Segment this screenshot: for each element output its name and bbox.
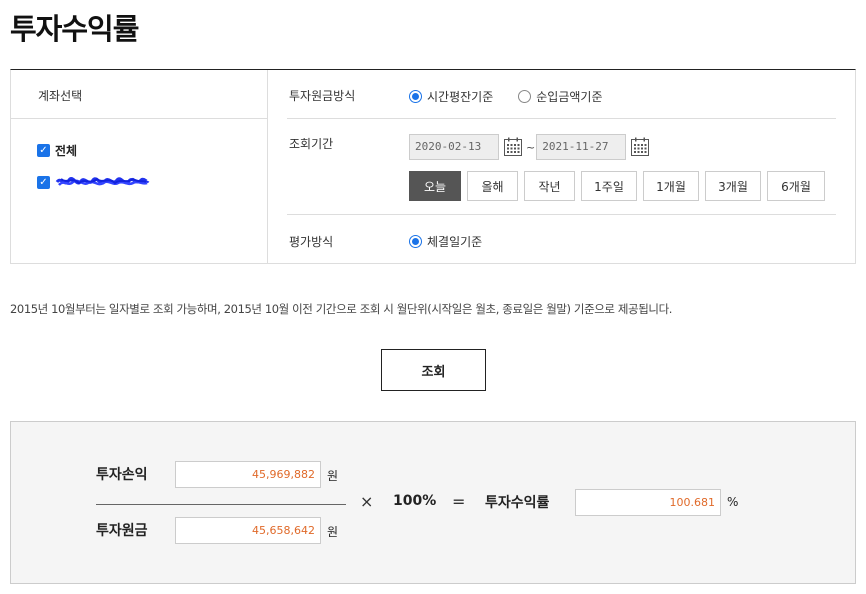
radio-net-deposit[interactable]: 순입금액기준 bbox=[518, 88, 603, 105]
query-button[interactable]: 조회 bbox=[381, 349, 486, 391]
radio-net-deposit-label: 순입금액기준 bbox=[536, 90, 603, 104]
radio-time-weighted-label: 시간평잔기준 bbox=[427, 90, 494, 104]
period-button-3-months[interactable]: 3개월 bbox=[705, 171, 761, 201]
period-button-1-week[interactable]: 1주일 bbox=[581, 171, 637, 201]
start-date-input[interactable]: 2020-02-13 bbox=[409, 134, 499, 160]
checkbox-checked-icon: ✓ bbox=[37, 175, 50, 189]
page-title: 투자수익률 bbox=[10, 12, 139, 46]
eval-method-label: 평가방식 bbox=[289, 235, 334, 249]
radio-trade-date[interactable]: 체결일기준 bbox=[409, 233, 482, 250]
redacted-account-scribble bbox=[55, 177, 150, 186]
profit-value-field: 45,969,882 bbox=[175, 461, 321, 488]
hundred-percent: 100% bbox=[393, 493, 437, 509]
date-range: 2020-02-13 ~ 2021-11-27 bbox=[409, 134, 654, 160]
principal-label: 투자원금 bbox=[96, 523, 148, 539]
multiply-sign: × bbox=[360, 492, 374, 511]
eval-method-radio-group: 체결일기준 bbox=[409, 233, 507, 250]
radio-trade-date-label: 체결일기준 bbox=[427, 235, 483, 249]
account-item-checkbox[interactable]: ✓ bbox=[37, 174, 150, 190]
eval-method-row: 평가방식 체결일기준 bbox=[287, 215, 836, 264]
account-panel: 계좌선택 ✓ 전체 ✓ bbox=[11, 70, 268, 263]
principal-method-label: 투자원금방식 bbox=[289, 89, 356, 103]
period-button-1-month[interactable]: 1개월 bbox=[643, 171, 699, 201]
period-button-today[interactable]: 오늘 bbox=[409, 171, 461, 201]
principal-unit: 원 bbox=[327, 525, 339, 539]
radio-unselected-icon bbox=[518, 90, 532, 103]
principal-method-radio-group: 시간평잔기준 순입금액기준 bbox=[409, 88, 628, 105]
radio-selected-icon bbox=[409, 235, 422, 248]
account-header: 계좌선택 bbox=[11, 70, 267, 119]
period-button-6-months[interactable]: 6개월 bbox=[767, 171, 825, 201]
calendar-icon[interactable] bbox=[630, 137, 650, 157]
period-button-last-year[interactable]: 작년 bbox=[524, 171, 575, 201]
search-panel: 계좌선택 ✓ 전체 ✓ 투자원금방식 시간평잔기준 순입금액기준 조회기간 20… bbox=[10, 69, 856, 264]
principal-method-row: 투자원금방식 시간평잔기준 순입금액기준 bbox=[287, 70, 836, 119]
end-date-input[interactable]: 2021-11-27 bbox=[536, 134, 627, 160]
result-panel: 투자손익 45,969,882 원 투자원금 45,658,642 원 × 10… bbox=[10, 421, 856, 584]
rate-value-field: 100.681 bbox=[575, 489, 721, 516]
options-panel: 투자원금방식 시간평잔기준 순입금액기준 조회기간 2020-02-13 ~ 2… bbox=[268, 70, 855, 263]
calendar-icon[interactable] bbox=[503, 137, 523, 157]
profit-label: 투자손익 bbox=[96, 467, 148, 483]
radio-selected-icon bbox=[409, 90, 422, 103]
fraction-line bbox=[96, 504, 346, 505]
principal-value-field: 45,658,642 bbox=[175, 517, 321, 544]
period-button-group: 오늘 올해 작년 1주일 1개월 3개월 6개월 bbox=[409, 171, 831, 201]
radio-time-weighted[interactable]: 시간평잔기준 bbox=[409, 88, 493, 105]
percent-unit: % bbox=[727, 495, 739, 509]
date-range-tilde: ~ bbox=[526, 140, 536, 154]
profit-unit: 원 bbox=[327, 469, 339, 483]
account-all-checkbox[interactable]: ✓ 전체 bbox=[37, 142, 77, 159]
equals-sign: = bbox=[452, 492, 466, 511]
period-row: 조회기간 2020-02-13 ~ 2021-11-27 오늘 올해 작년 1주… bbox=[287, 119, 836, 215]
period-button-this-year[interactable]: 올해 bbox=[467, 171, 518, 201]
period-label: 조회기간 bbox=[289, 137, 334, 151]
account-all-label: 전체 bbox=[55, 144, 78, 158]
checkbox-checked-icon: ✓ bbox=[37, 144, 50, 157]
notice-text: 2015년 10월부터는 일자별로 조회 가능하며, 2015년 10월 이전 … bbox=[10, 302, 673, 316]
rate-label: 투자수익률 bbox=[485, 495, 550, 511]
